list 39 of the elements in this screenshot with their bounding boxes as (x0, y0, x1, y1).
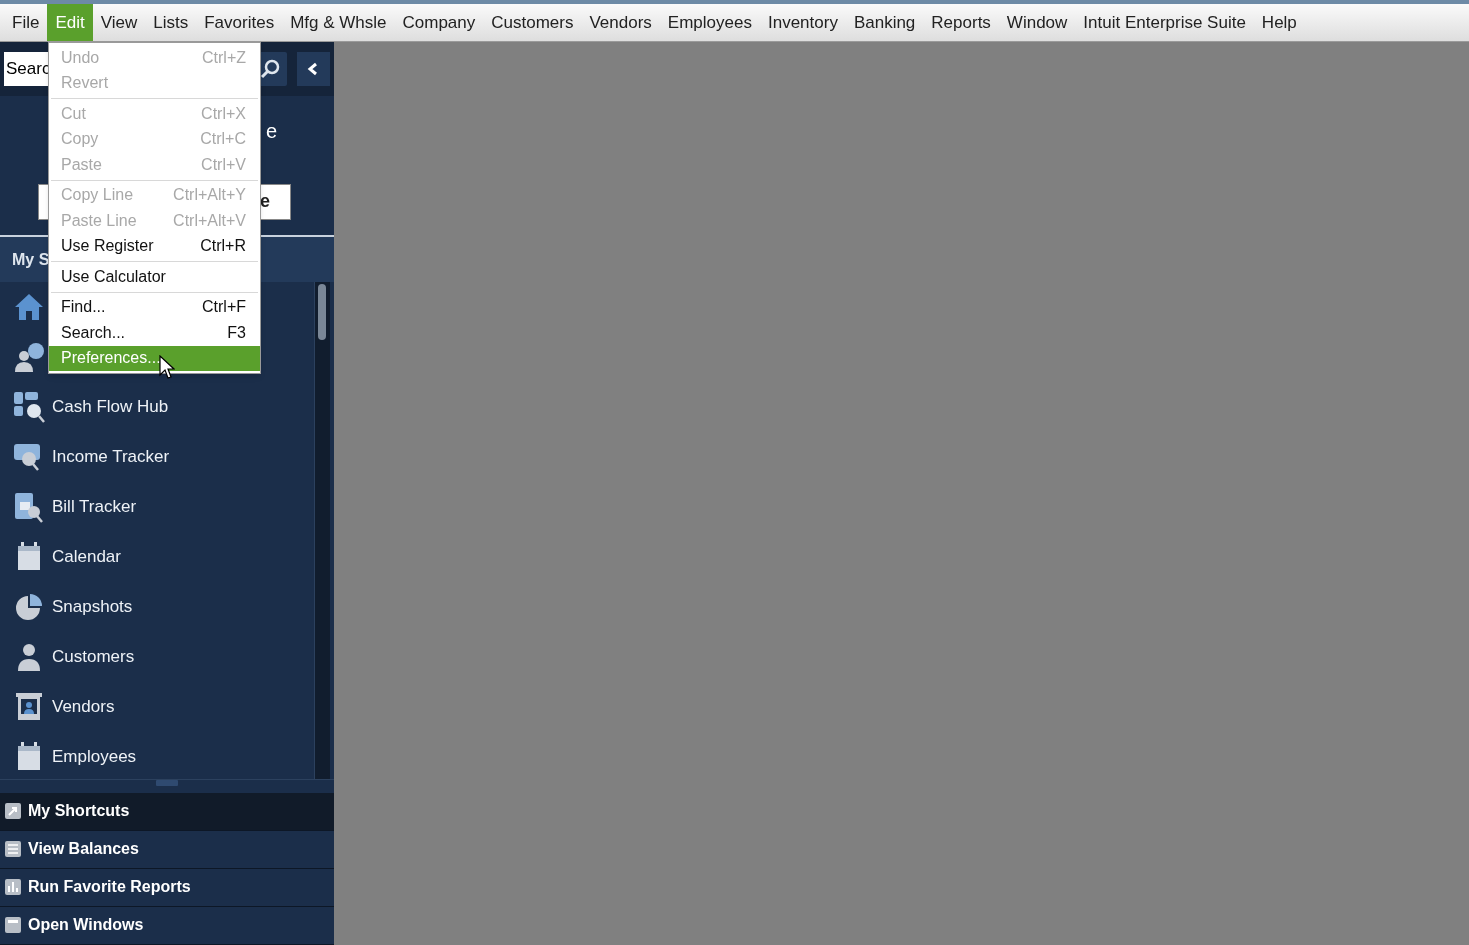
menu-bar-item[interactable]: Vendors (581, 4, 660, 41)
menu-item[interactable]: Use Calculator (49, 264, 260, 290)
sidebar-item[interactable]: Employees (52, 744, 137, 770)
header-text: e (266, 118, 278, 144)
sidebar-section-button[interactable]: My Shortcuts (0, 793, 334, 831)
menu-item[interactable]: Find... Ctrl+F (49, 294, 260, 320)
list-icon (4, 840, 22, 859)
sidebar-item[interactable]: Calendar (52, 544, 121, 570)
menu-bar-item[interactable]: Reports (923, 4, 999, 41)
menu-bar-item[interactable]: Favorites (196, 4, 283, 41)
window-icon (4, 916, 22, 935)
collapse-button[interactable] (296, 51, 330, 86)
scrollbar[interactable] (314, 281, 330, 780)
menu-bar-item[interactable]: Window (998, 4, 1076, 41)
menu-item[interactable]: Use Register Ctrl+R (49, 233, 260, 259)
sidebar-item[interactable]: Snapshots (52, 594, 133, 620)
menu-bar-item[interactable]: File (4, 4, 48, 41)
sidebar-item[interactable]: Vendors (52, 694, 115, 720)
dashboard-magnifier-icon (12, 389, 46, 424)
menu-bar-item[interactable]: Mfg & Whsle (282, 4, 395, 41)
menu-bar-item[interactable]: Lists (145, 4, 197, 41)
menu-bar-item[interactable]: Inventory (759, 4, 846, 41)
menu-item[interactable]: Search... F3 (49, 320, 260, 346)
splitter-handle[interactable] (156, 780, 178, 787)
sidebar-item[interactable]: Bill Tracker (52, 494, 137, 520)
scroll-thumb[interactable] (318, 283, 326, 340)
menu-bar-item[interactable]: Employees (659, 4, 760, 41)
menu-bar-item[interactable]: Banking (845, 4, 924, 41)
menu-bar-item[interactable]: Customers (483, 4, 582, 41)
sidebar-item[interactable]: Cash Flow Hub (52, 394, 169, 420)
chevron-left-icon (307, 61, 320, 76)
sidebar-item[interactable]: Customers (52, 644, 135, 670)
bar-chart-icon (4, 878, 22, 897)
sidebar-item[interactable]: Income Tracker (52, 444, 170, 470)
menu-bar-item[interactable]: Help (1253, 4, 1305, 41)
menu-bar-item[interactable]: Company (394, 4, 484, 41)
search-icon (259, 57, 282, 80)
menu-bar-item[interactable]: Intuit Enterprise Suite (1075, 4, 1254, 41)
menu-bar-item[interactable]: View (92, 4, 146, 41)
